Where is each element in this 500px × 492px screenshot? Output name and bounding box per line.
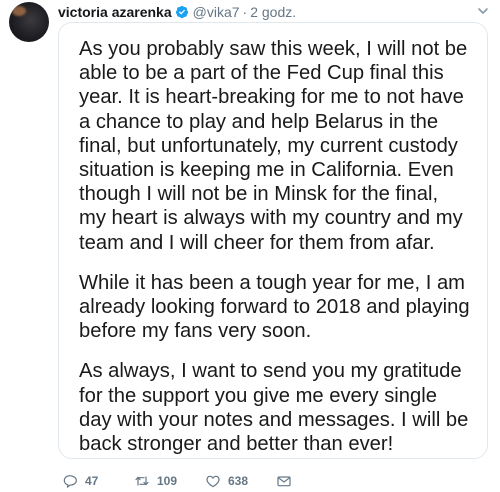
envelope-icon — [277, 476, 291, 487]
reply-count: 47 — [85, 474, 99, 488]
verified-badge-icon — [175, 5, 189, 19]
reply-button[interactable]: 47 — [62, 473, 134, 489]
avatar[interactable] — [9, 2, 49, 42]
author-name[interactable]: victoria azarenka — [58, 4, 172, 20]
direct-message-button[interactable] — [276, 473, 292, 489]
like-count: 638 — [228, 474, 249, 488]
author-handle[interactable]: @vika7 — [193, 4, 240, 20]
tweet-header: victoria azarenka @vika7 · 2 godz. — [58, 3, 296, 21]
tweet-actions: 47 109 638 — [62, 472, 292, 490]
tweet-timestamp[interactable]: 2 godz. — [250, 4, 296, 20]
retweet-icon — [135, 476, 149, 486]
retweet-button[interactable]: 109 — [134, 473, 205, 489]
statement-paragraph: While it has been a tough year for me, I… — [79, 271, 470, 343]
header-separator: · — [242, 4, 248, 20]
reply-icon — [63, 475, 77, 488]
tweet: victoria azarenka @vika7 · 2 godz. As yo… — [0, 0, 500, 492]
heart-icon — [206, 475, 220, 488]
avatar-photo — [12, 6, 26, 16]
statement-paragraph: As you probably saw this week, I will no… — [79, 38, 468, 254]
chevron-down-icon[interactable] — [476, 4, 490, 18]
tweet-image-statement[interactable]: As you probably saw this week, I will no… — [58, 22, 488, 459]
like-button[interactable]: 638 — [205, 473, 276, 489]
statement-paragraph: As always, I want to send you my gratitu… — [79, 360, 469, 456]
retweet-count: 109 — [157, 474, 178, 488]
